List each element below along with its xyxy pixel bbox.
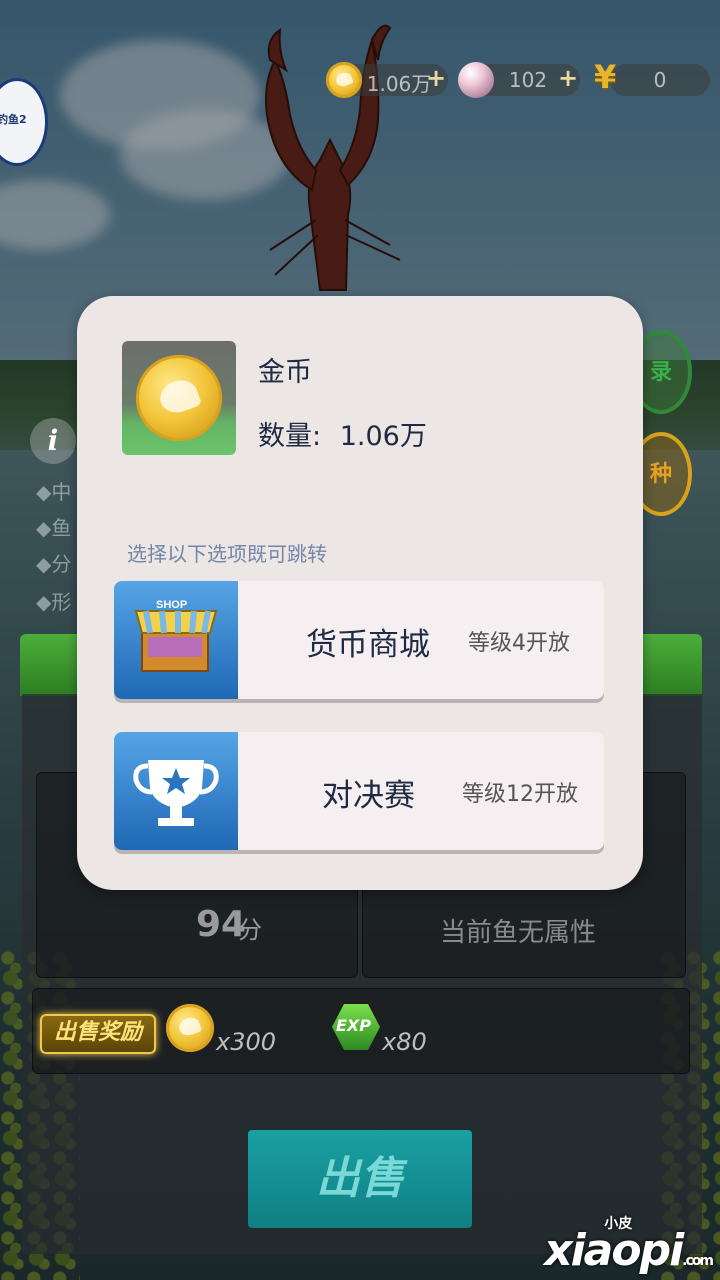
add-gold-button[interactable]: + xyxy=(426,64,446,92)
jump-hint: 选择以下选项既可跳转 xyxy=(127,542,327,566)
trophy-icon xyxy=(114,732,238,850)
gold-coin-icon xyxy=(136,355,222,441)
fish-info-line: ◆分 xyxy=(36,552,72,576)
sell-button[interactable]: 出售 xyxy=(248,1130,472,1228)
yuan-counter: 0 xyxy=(610,64,710,96)
gold-amount: 1.06万 xyxy=(366,72,432,96)
option-duel-match-requirement: 等级12开放 xyxy=(462,782,578,807)
reward-gold-amount: x300 xyxy=(216,1028,277,1056)
gold-coin-icon xyxy=(326,62,362,98)
watermark-domain: .com xyxy=(682,1253,714,1269)
item-quantity-value: 1.06万 xyxy=(339,421,427,452)
info-icon[interactable]: i xyxy=(30,418,76,464)
reward-exp-amount: x80 xyxy=(382,1028,427,1056)
fish-info-line: ◆鱼 xyxy=(36,516,72,540)
exp-icon-label: EXP xyxy=(336,1016,371,1035)
gold-coin-icon xyxy=(166,1004,214,1052)
item-name: 金币 xyxy=(258,357,312,388)
record-badge-label: 录 xyxy=(650,360,673,385)
option-currency-shop-requirement: 等级4开放 xyxy=(468,631,570,656)
item-quantity-label: 数量: xyxy=(258,421,322,452)
pearl-icon xyxy=(458,62,494,98)
fish-score-unit: 分 xyxy=(238,916,262,944)
yuan-amount: 0 xyxy=(653,68,667,92)
shop-sign-text: SHOP xyxy=(156,599,187,611)
fish-info-line: ◆中 xyxy=(36,480,72,504)
sell-reward-label: 出售奖励 xyxy=(40,1014,156,1054)
item-icon-box xyxy=(122,341,236,455)
item-quantity: 数量: 1.06万 xyxy=(258,414,427,453)
fish-info-line: ◆形 xyxy=(36,590,72,614)
option-duel-match-label: 对决赛 xyxy=(322,778,415,814)
shop-stall-icon: SHOP xyxy=(114,581,238,699)
pearl-amount: 102 xyxy=(508,68,548,92)
site-watermark: 小皮 xiaopi.com xyxy=(544,1216,714,1276)
fish-attribute-text: 当前鱼无属性 xyxy=(440,918,597,948)
yuan-icon: ¥ xyxy=(594,58,617,96)
option-currency-shop[interactable]: SHOP 货币商城 等级4开放 xyxy=(114,581,604,699)
option-duel-match[interactable]: 对决赛 等级12开放 xyxy=(114,732,604,850)
species-badge-label: 种 xyxy=(650,462,673,487)
add-pearl-button[interactable]: + xyxy=(558,64,578,92)
item-source-dialog: 金币 数量: 1.06万 选择以下选项既可跳转 SHOP 货币商城 等级4开放 xyxy=(77,296,643,890)
watermark-small: 小皮 xyxy=(604,1216,633,1232)
option-currency-shop-label: 货币商城 xyxy=(306,627,430,663)
